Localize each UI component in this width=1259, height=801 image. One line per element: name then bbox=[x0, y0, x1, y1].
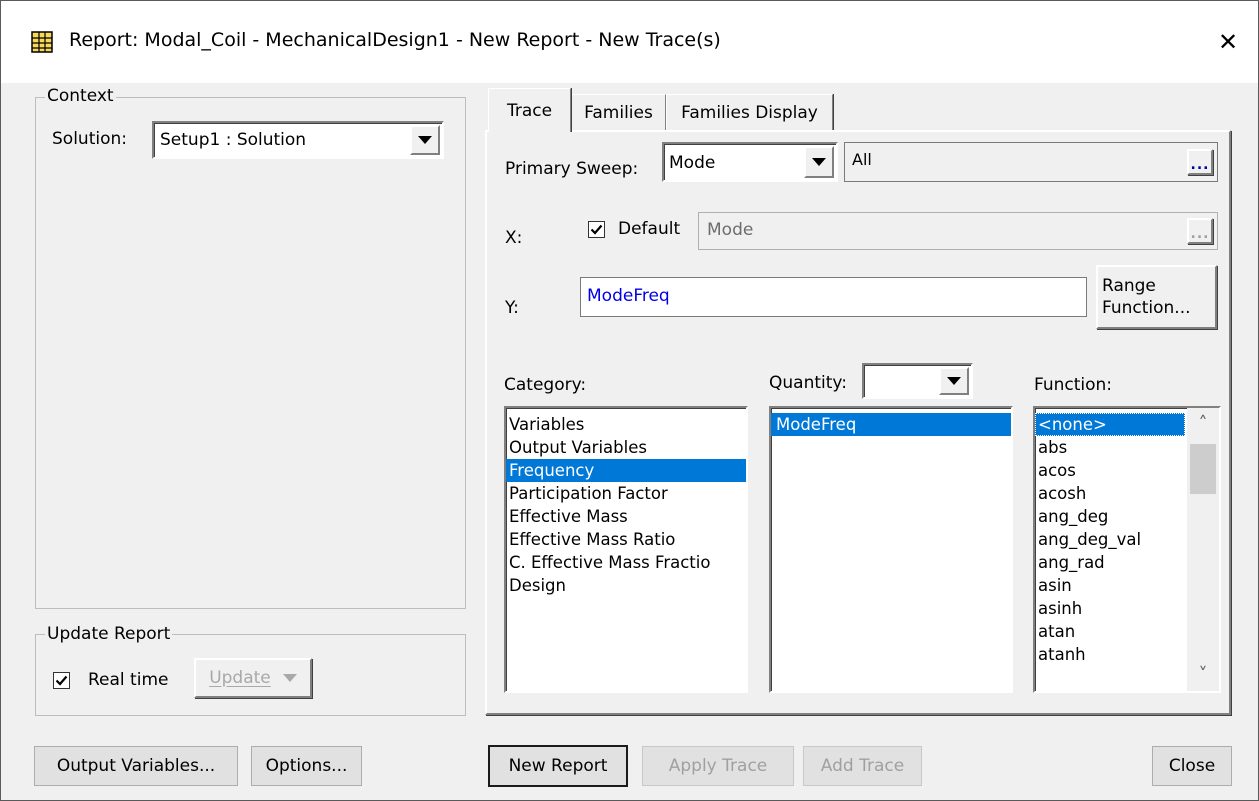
range-function-label-2: Function... bbox=[1102, 298, 1191, 318]
ellipsis-icon: ... bbox=[1190, 226, 1210, 242]
scroll-up-icon[interactable]: ˄ bbox=[1187, 412, 1219, 434]
list-item[interactable]: C. Effective Mass Fractio bbox=[506, 551, 746, 574]
add-trace-button[interactable]: Add Trace bbox=[803, 746, 922, 786]
tab-families-display-label: Families Display bbox=[681, 103, 818, 123]
list-item[interactable]: Design bbox=[506, 574, 746, 597]
close-button[interactable]: Close bbox=[1152, 746, 1232, 786]
list-item-selected[interactable]: Frequency bbox=[506, 459, 746, 482]
update-report-group-label: Update Report bbox=[45, 624, 173, 644]
category-listbox[interactable]: Variables Output Variables Frequency Par… bbox=[504, 406, 748, 693]
quantity-listbox[interactable]: ModeFreq bbox=[769, 406, 1013, 693]
x-browse-button: ... bbox=[1187, 218, 1213, 244]
x-value: Mode bbox=[707, 220, 754, 240]
context-group bbox=[35, 97, 466, 609]
scroll-thumb[interactable] bbox=[1190, 444, 1216, 494]
primary-sweep-range-value: All bbox=[852, 150, 872, 169]
realtime-label: Real time bbox=[88, 670, 169, 690]
y-label: Y: bbox=[505, 298, 519, 318]
list-item[interactable]: ang_rad bbox=[1035, 551, 1185, 574]
realtime-checkbox[interactable] bbox=[53, 672, 70, 689]
list-item[interactable]: Participation Factor bbox=[506, 482, 746, 505]
checkmark-icon bbox=[55, 675, 68, 686]
quantity-label: Quantity: bbox=[769, 373, 847, 393]
list-item-selected[interactable]: <none> bbox=[1035, 413, 1185, 436]
quantity-dropdown-arrow[interactable] bbox=[939, 367, 969, 395]
chevron-down-icon bbox=[812, 158, 826, 166]
list-item[interactable]: acosh bbox=[1035, 482, 1185, 505]
report-table-icon bbox=[31, 31, 53, 53]
list-item[interactable]: asinh bbox=[1035, 597, 1185, 620]
y-expression-value: ModeFreq bbox=[587, 286, 670, 306]
options-button[interactable]: Options... bbox=[251, 746, 362, 786]
list-item[interactable]: atan bbox=[1035, 620, 1185, 643]
tab-families-display[interactable]: Families Display bbox=[666, 94, 833, 131]
chevron-down-icon bbox=[947, 377, 961, 385]
primary-sweep-range-button[interactable]: ... bbox=[1187, 149, 1213, 175]
primary-sweep-label: Primary Sweep: bbox=[505, 159, 639, 179]
report-dialog: Report: Modal_Coil - MechanicalDesign1 -… bbox=[0, 0, 1259, 801]
update-button[interactable]: Update bbox=[194, 658, 312, 698]
options-label: Options... bbox=[265, 756, 348, 776]
list-item[interactable]: acos bbox=[1035, 459, 1185, 482]
context-group-label: Context bbox=[45, 86, 116, 106]
function-listbox[interactable]: <none> abs acos acosh ang_deg ang_deg_va… bbox=[1033, 406, 1221, 693]
solution-dropdown[interactable]: Setup1 : Solution bbox=[152, 121, 444, 159]
apply-trace-button[interactable]: Apply Trace bbox=[642, 746, 794, 786]
solution-label: Solution: bbox=[52, 129, 127, 149]
update-button-label: Update bbox=[209, 668, 271, 688]
list-item[interactable]: ang_deg bbox=[1035, 505, 1185, 528]
function-scrollbar[interactable]: ˄ ˅ bbox=[1187, 408, 1219, 691]
title-bar[interactable]: Report: Modal_Coil - MechanicalDesign1 -… bbox=[1, 1, 1258, 83]
close-label: Close bbox=[1168, 756, 1216, 776]
chevron-down-icon bbox=[282, 674, 297, 682]
quantity-dropdown[interactable] bbox=[862, 363, 973, 399]
close-window-icon[interactable]: ✕ bbox=[1203, 19, 1253, 65]
category-label: Category: bbox=[504, 375, 587, 395]
x-field: Mode ... bbox=[698, 212, 1218, 250]
list-item[interactable]: Effective Mass Ratio bbox=[506, 528, 746, 551]
list-item[interactable]: Output Variables bbox=[506, 436, 746, 459]
checkmark-icon bbox=[590, 224, 603, 235]
primary-sweep-dropdown-arrow[interactable] bbox=[804, 146, 834, 178]
list-item[interactable]: atanh bbox=[1035, 643, 1185, 666]
list-item[interactable]: ang_deg_val bbox=[1035, 528, 1185, 551]
list-item[interactable]: abs bbox=[1035, 436, 1185, 459]
tab-trace[interactable]: Trace bbox=[488, 88, 571, 132]
output-variables-label: Output Variables... bbox=[56, 756, 216, 776]
apply-trace-label: Apply Trace bbox=[668, 756, 768, 776]
tab-trace-label: Trace bbox=[506, 100, 553, 121]
solution-dropdown-arrow[interactable] bbox=[410, 125, 440, 155]
range-function-label-1: Range bbox=[1102, 276, 1156, 296]
chevron-down-icon bbox=[418, 136, 432, 144]
y-expression-input[interactable]: ModeFreq bbox=[580, 277, 1087, 317]
tab-families-label: Families bbox=[584, 103, 653, 123]
function-label: Function: bbox=[1034, 375, 1113, 395]
primary-sweep-dropdown[interactable]: Mode bbox=[662, 142, 838, 182]
scroll-down-icon[interactable]: ˅ bbox=[1187, 663, 1219, 685]
tab-families[interactable]: Families bbox=[571, 94, 666, 131]
primary-sweep-range-field[interactable]: All ... bbox=[844, 142, 1218, 182]
list-item-selected[interactable]: ModeFreq bbox=[771, 413, 1011, 436]
list-item[interactable]: asin bbox=[1035, 574, 1185, 597]
solution-value: Setup1 : Solution bbox=[160, 130, 307, 150]
output-variables-button[interactable]: Output Variables... bbox=[34, 746, 238, 786]
add-trace-label: Add Trace bbox=[820, 756, 905, 776]
range-function-button[interactable]: Range Function... bbox=[1096, 265, 1217, 329]
list-item[interactable]: Effective Mass bbox=[506, 505, 746, 528]
x-default-label: Default bbox=[618, 219, 681, 239]
new-report-label: New Report bbox=[508, 756, 608, 776]
new-report-button[interactable]: New Report bbox=[488, 745, 628, 787]
list-item[interactable]: Variables bbox=[506, 413, 746, 436]
x-default-checkbox[interactable] bbox=[588, 221, 605, 238]
window-title: Report: Modal_Coil - MechanicalDesign1 -… bbox=[69, 29, 721, 51]
x-label: X: bbox=[505, 228, 523, 248]
ellipsis-icon: ... bbox=[1190, 157, 1210, 173]
primary-sweep-value: Mode bbox=[669, 153, 716, 173]
